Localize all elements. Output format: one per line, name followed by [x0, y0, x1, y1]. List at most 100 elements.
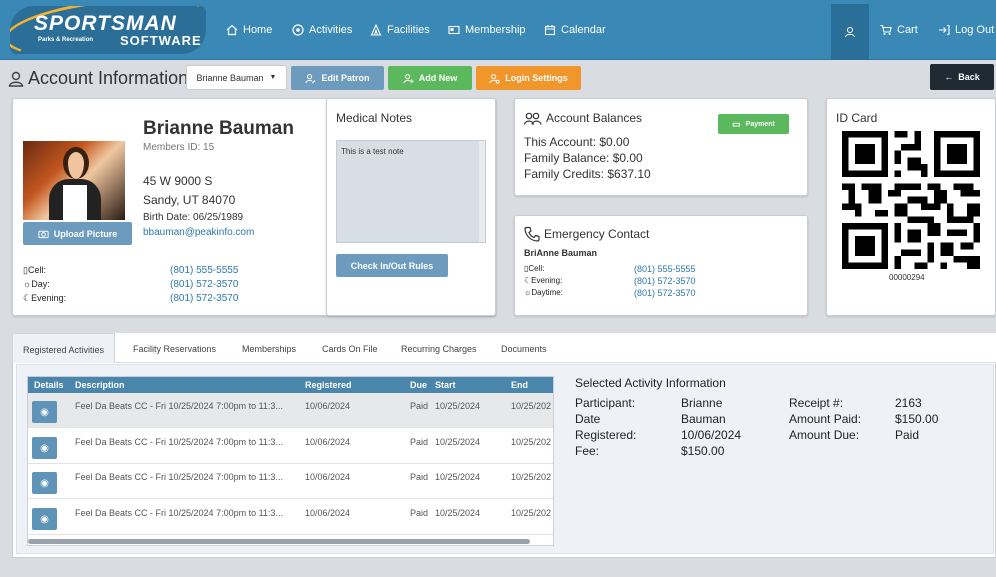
emergency-contact-name: BriAnne Bauman — [524, 248, 598, 258]
row-start: 10/25/2024 — [435, 437, 481, 447]
home-icon — [226, 24, 238, 36]
check-in-out-rules-button[interactable]: Check In/Out Rules — [336, 254, 448, 277]
back-button[interactable]: ← Back — [930, 64, 994, 90]
row-description: Feel Da Beats CC - Fri 10/25/2024 7:00pm… — [75, 437, 283, 447]
moon-icon: ☾ — [23, 293, 32, 303]
medical-notes-title: Medical Notes — [336, 111, 413, 125]
amount-paid-label: Amount Paid: — [789, 412, 862, 426]
fee-label: Fee: — [575, 444, 600, 458]
receipt-label: Receipt #: — [789, 396, 844, 410]
tab-facility-reservations[interactable]: Facility Reservations — [133, 344, 216, 354]
table-row[interactable]: ◉ Feel Da Beats CC - Fri 10/25/2024 7:00… — [28, 500, 553, 535]
tab-registered-activities[interactable]: Registered Activities — [12, 333, 116, 363]
soccer-ball-icon — [292, 24, 304, 36]
patron-address-line2: Sandy, UT 84070 — [143, 193, 236, 207]
calendar-icon — [544, 25, 556, 36]
family-credits: Family Credits: $637.10 — [524, 167, 651, 181]
phone-handset-icon — [524, 226, 540, 242]
patron-member-id: Members ID: 15 — [143, 142, 215, 153]
add-new-button[interactable]: Add New — [388, 66, 472, 90]
emergency-evening-link[interactable]: (801) 572-3570 — [634, 276, 696, 286]
row-registered: 10/06/2024 — [305, 508, 351, 518]
eye-icon: ◉ — [40, 513, 49, 525]
page-title-text: Account Information — [28, 68, 189, 88]
caret-down-icon: ▼ — [269, 74, 277, 81]
logo-software-text: SOFTWARE — [120, 33, 202, 48]
nav-facilities[interactable]: Facilities — [370, 24, 430, 36]
table-horizontal-scrollbar[interactable] — [28, 539, 530, 544]
emergency-daytime-link[interactable]: (801) 572-3570 — [634, 288, 696, 298]
view-details-button[interactable]: ◉ — [32, 508, 57, 530]
day-label: ☼Day: — [23, 279, 50, 289]
patron-name: Brianne Bauman — [143, 118, 294, 139]
tab-cards-on-file[interactable]: Cards On File — [322, 344, 378, 354]
medical-notes-textarea[interactable]: This is a test note — [336, 140, 486, 243]
row-registered: 10/06/2024 — [305, 437, 351, 447]
registered-activities-table: Details Description Registered Due Start… — [27, 376, 554, 546]
row-start: 10/25/2024 — [435, 472, 481, 482]
row-registered: 10/06/2024 — [305, 472, 351, 482]
patron-address-line1: 45 W 9000 S — [143, 174, 213, 188]
login-settings-button[interactable]: Login Settings — [476, 66, 581, 90]
patron-select[interactable]: Brianne Bauman ▼ — [186, 65, 287, 90]
nav-activities[interactable]: Activities — [292, 24, 352, 36]
tab-memberships[interactable]: Memberships — [242, 344, 296, 354]
sportsman-logo[interactable]: SPORTSMAN Parks & Recreation SOFTWARE — [10, 6, 206, 54]
row-end: 10/25/202 — [511, 401, 552, 411]
col-details-header: Details — [34, 377, 64, 393]
patron-photo — [23, 141, 125, 220]
participant-value: Brianne — [681, 396, 723, 410]
participant-label: Participant: — [575, 396, 636, 410]
row-registered: 10/06/2024 — [305, 401, 351, 411]
emergency-daytime-label: ☼Daytime: — [524, 288, 563, 297]
medical-notes-scrollbar[interactable] — [479, 141, 485, 242]
row-due: Paid — [410, 508, 429, 518]
view-details-button[interactable]: ◉ — [32, 437, 57, 459]
col-start-header: Start — [435, 377, 456, 393]
tab-documents[interactable]: Documents — [501, 344, 547, 354]
row-start: 10/25/2024 — [435, 508, 481, 518]
nav-calendar[interactable]: Calendar — [544, 24, 606, 36]
user-menu-button[interactable] — [831, 4, 869, 60]
payment-label: Payment — [745, 120, 775, 128]
user-add-icon — [403, 73, 414, 83]
this-account-balance: This Account: $0.00 — [524, 135, 630, 149]
date-value: Bauman — [681, 412, 726, 426]
patron-email-link[interactable]: bbauman@peakinfo.com — [143, 227, 254, 238]
id-card-title: ID Card — [836, 111, 878, 125]
registered-label: Registered: — [575, 428, 637, 442]
eye-icon: ◉ — [40, 477, 49, 489]
upload-picture-label: Upload Picture — [53, 228, 118, 239]
table-row[interactable]: ◉ Feel Da Beats CC - Fri 10/25/2024 7:00… — [28, 429, 553, 464]
row-description: Feel Da Beats CC - Fri 10/25/2024 7:00pm… — [75, 508, 283, 518]
evening-phone-link[interactable]: (801) 572-3570 — [170, 293, 238, 304]
nav-membership[interactable]: Membership — [448, 24, 526, 36]
nav-home[interactable]: Home — [226, 24, 272, 36]
table-row[interactable]: ◉ Feel Da Beats CC - Fri 10/25/2024 7:00… — [28, 464, 553, 499]
view-details-button[interactable]: ◉ — [32, 401, 57, 423]
edit-patron-button[interactable]: Edit Patron — [291, 66, 384, 90]
payment-button[interactable]: ▭ Payment — [718, 114, 789, 134]
table-row[interactable]: ◉ Feel Da Beats CC - Fri 10/25/2024 7:00… — [28, 393, 553, 428]
tab-recurring-charges[interactable]: Recurring Charges — [401, 344, 477, 354]
family-balance: Family Balance: $0.00 — [524, 151, 643, 165]
receipt-value: 2163 — [895, 396, 922, 410]
nav-calendar-label: Calendar — [561, 24, 606, 36]
nav-activities-label: Activities — [309, 24, 353, 36]
edit-patron-label: Edit Patron — [321, 73, 370, 83]
tab-bar: Registered Activities Facility Reservati… — [12, 333, 996, 363]
view-details-button[interactable]: ◉ — [32, 472, 57, 494]
user-icon — [8, 71, 24, 87]
top-nav: SPORTSMAN Parks & Recreation SOFTWARE Ho… — [0, 0, 996, 60]
sun-icon: ☼ — [23, 279, 32, 289]
nav-logout[interactable]: Log Out — [938, 24, 994, 36]
upload-picture-button[interactable]: Upload Picture — [23, 222, 132, 245]
col-due-header: Due — [410, 377, 428, 393]
id-card-icon — [448, 25, 460, 35]
day-phone-link[interactable]: (801) 572-3570 — [170, 279, 238, 290]
id-card-number: 00000294 — [889, 273, 925, 282]
emergency-cell-link[interactable]: (801) 555-5555 — [634, 264, 696, 274]
eye-icon: ◉ — [40, 406, 49, 418]
cell-phone-link[interactable]: (801) 555-5555 — [170, 265, 238, 276]
nav-cart[interactable]: Cart — [880, 24, 918, 36]
